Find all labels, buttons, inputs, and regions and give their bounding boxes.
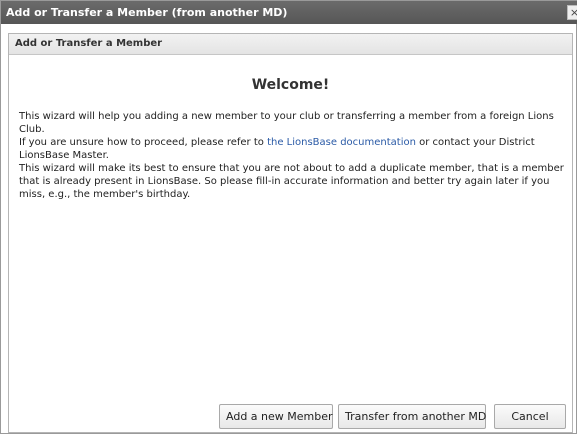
panel-header: Add or Transfer a Member bbox=[9, 34, 572, 55]
documentation-link[interactable]: the LionsBase documentation bbox=[267, 137, 416, 148]
intro-text: This wizard will help you adding a new m… bbox=[19, 110, 564, 201]
intro-line-2: If you are unsure how to proceed, please… bbox=[19, 136, 564, 162]
wizard-dialog: Add or Transfer a Member (from another M… bbox=[0, 0, 577, 434]
dialog-title: Add or Transfer a Member (from another M… bbox=[6, 6, 288, 19]
welcome-heading: Welcome! bbox=[251, 77, 330, 93]
intro-line-1: This wizard will help you adding a new m… bbox=[19, 111, 554, 135]
intro-line-2-before: If you are unsure how to proceed, please… bbox=[19, 137, 268, 148]
add-member-button[interactable]: Add a new Member bbox=[219, 404, 333, 429]
transfer-member-button[interactable]: Transfer from another MD bbox=[338, 404, 486, 429]
wizard-panel: Add or Transfer a Member Welcome! This w… bbox=[8, 33, 573, 433]
intro-line-3: This wizard will make its best to ensure… bbox=[19, 163, 564, 200]
dialog-titlebar[interactable]: Add or Transfer a Member (from another M… bbox=[1, 1, 577, 24]
close-icon[interactable]: × bbox=[567, 5, 577, 20]
cancel-button[interactable]: Cancel bbox=[494, 404, 566, 429]
